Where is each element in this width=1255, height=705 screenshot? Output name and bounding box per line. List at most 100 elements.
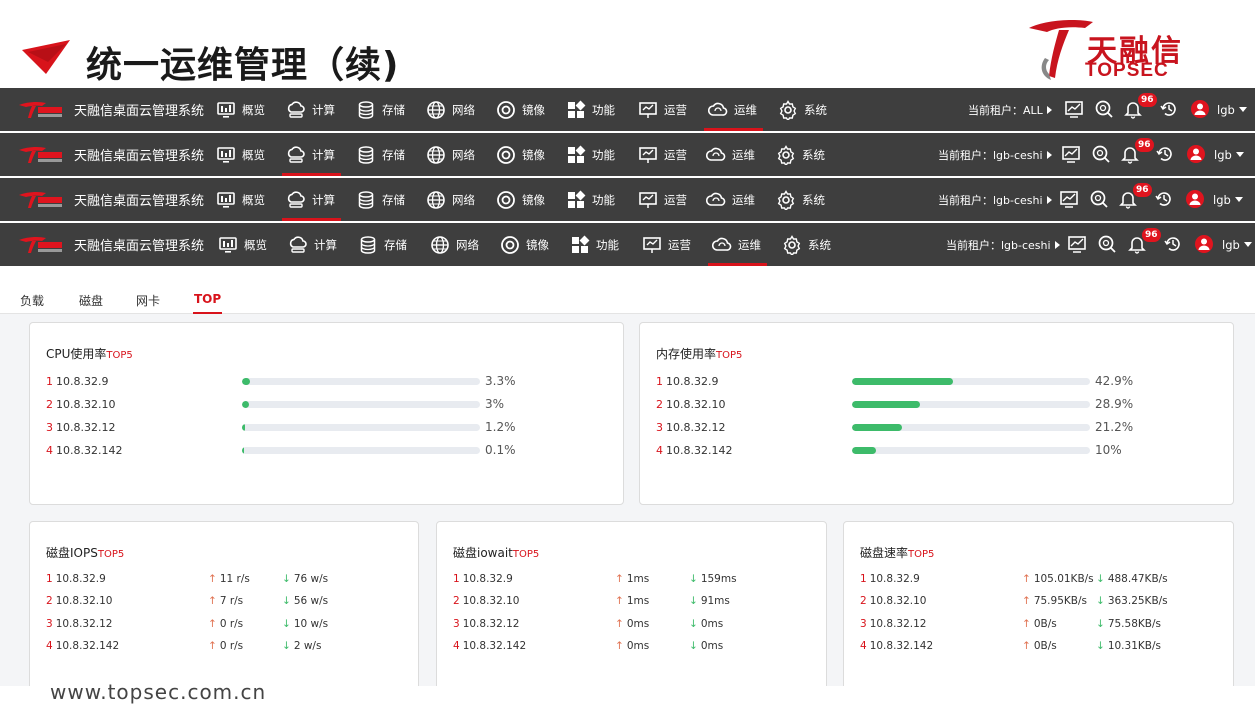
nav-item[interactable]: 网络 (426, 133, 475, 176)
nav-item[interactable]: 功能 (566, 133, 615, 176)
nav-item-label: 运营 (664, 102, 687, 117)
top-navbar: 天融信桌面云管理系统 概览 计算 存储 网络 镜像 功能 运营 运维 系统 当前租户：lgb-ces… (0, 223, 1255, 266)
tenant-label: 当前租户：lgb-ceshi (938, 148, 1043, 162)
nav-item[interactable]: 存储 (356, 88, 405, 131)
search-icon[interactable] (1094, 99, 1114, 119)
usage-bar-fill (852, 401, 920, 408)
nav-item-label: 运维 (734, 102, 757, 117)
nav-item[interactable]: 系统 (778, 88, 827, 131)
tenant-label: 当前租户：lgb-ceshi (946, 238, 1051, 252)
tab-top[interactable]: TOP (192, 292, 223, 314)
tenant-label: 当前租户：lgb-ceshi (938, 193, 1043, 207)
nav-item[interactable]: 计算 (286, 88, 335, 131)
nav-item[interactable]: 存储 (356, 133, 405, 176)
usage-bar (242, 424, 480, 431)
host-ip: 10.8.32.142 (55, 640, 120, 652)
history-icon[interactable] (1155, 144, 1175, 164)
grid-icon (568, 145, 586, 163)
brand-name: 天融信桌面云管理系统 (74, 239, 205, 254)
nav-item[interactable]: 镜像 (496, 88, 545, 131)
usage-bar-fill (242, 401, 249, 408)
search-icon[interactable] (1091, 144, 1111, 164)
tenant-selector[interactable]: 当前租户：lgb-ceshi (938, 133, 1052, 176)
notification-badge: 96 (1142, 228, 1161, 242)
brand[interactable]: 天融信桌面云管理系统 (18, 133, 204, 176)
chart-icon[interactable] (1064, 99, 1084, 119)
nav-item[interactable]: 运维 (704, 88, 763, 131)
nav-item[interactable]: 功能 (566, 88, 615, 131)
history-icon[interactable] (1163, 234, 1183, 254)
nav-item[interactable]: 存储 (358, 223, 407, 266)
nav-item[interactable]: 系统 (776, 178, 825, 221)
avatar[interactable] (1195, 235, 1213, 253)
nav-item[interactable]: 运维 (706, 133, 755, 176)
tenant-selector[interactable]: 当前租户：ALL (968, 88, 1052, 131)
tenant-selector[interactable]: 当前租户：lgb-ceshi (946, 223, 1060, 266)
history-icon[interactable] (1154, 189, 1174, 209)
nav-item[interactable]: 网络 (426, 178, 475, 221)
search-icon[interactable] (1089, 189, 1109, 209)
user-menu[interactable]: lgb (1213, 178, 1243, 221)
read-text: 11 r/s (219, 573, 250, 585)
history-icon[interactable] (1159, 99, 1179, 119)
nav-item[interactable]: 镜像 (496, 133, 545, 176)
chart-icon[interactable] (1059, 189, 1079, 209)
database-icon (360, 235, 376, 254)
nav-item[interactable]: 概览 (218, 223, 267, 266)
arrow-up-icon: ↑ (208, 640, 217, 652)
nav-item[interactable]: 运营 (638, 133, 687, 176)
monitor-icon (217, 146, 235, 163)
avatar[interactable] (1191, 100, 1209, 118)
nav-item[interactable]: 运营 (638, 178, 687, 221)
brand[interactable]: 天融信桌面云管理系统 (18, 223, 204, 266)
tab-disk[interactable]: 磁盘 (79, 292, 103, 309)
nav-item[interactable]: 存储 (356, 178, 405, 221)
nav-item[interactable]: 功能 (570, 223, 619, 266)
brand[interactable]: 天融信桌面云管理系统 (18, 88, 204, 131)
nav-item-label: 运营 (664, 192, 687, 207)
nav-item[interactable]: 运维 (706, 178, 755, 221)
nav-item[interactable]: 功能 (566, 178, 615, 221)
globe-icon (427, 100, 445, 119)
list-item: 3 10.8.32.12 (46, 618, 112, 634)
rank: 1 (46, 375, 53, 388)
arrow-up-icon: ↑ (1022, 573, 1031, 585)
nav-item[interactable]: 系统 (776, 133, 825, 176)
tab-nic[interactable]: 网卡 (136, 292, 160, 309)
nav-item[interactable]: 运维 (708, 223, 767, 266)
host-ip: 10.8.32.9 (462, 573, 513, 585)
nav-item[interactable]: 镜像 (500, 223, 549, 266)
nav-item[interactable]: 运营 (638, 88, 687, 131)
arrow-down-icon: ↓ (689, 573, 698, 585)
rank: 1 (656, 375, 663, 388)
brand-logo-icon (19, 191, 62, 208)
nav-item[interactable]: 计算 (282, 178, 341, 221)
chart-icon[interactable] (1067, 234, 1087, 254)
avatar[interactable] (1186, 190, 1204, 208)
grid-icon (568, 190, 586, 208)
tenant-selector[interactable]: 当前租户：lgb-ceshi (938, 178, 1052, 221)
brand[interactable]: 天融信桌面云管理系统 (18, 178, 204, 221)
nav-item[interactable]: 概览 (216, 133, 265, 176)
chart-icon[interactable] (1061, 144, 1081, 164)
nav-item[interactable]: 运营 (642, 223, 691, 266)
user-menu[interactable]: lgb (1214, 133, 1244, 176)
nav-item[interactable]: 系统 (782, 223, 831, 266)
user-icon (1198, 238, 1210, 250)
search-icon[interactable] (1097, 234, 1117, 254)
tab-load[interactable]: 负载 (20, 292, 44, 309)
user-menu[interactable]: lgb (1222, 223, 1252, 266)
nav-item[interactable]: 概览 (216, 178, 265, 221)
nav-item[interactable]: 计算 (282, 133, 341, 176)
nav-item[interactable]: 网络 (430, 223, 479, 266)
nav-item[interactable]: 计算 (288, 223, 337, 266)
user-menu[interactable]: lgb (1217, 88, 1247, 131)
list-item: 2 10.8.32.10 (46, 398, 115, 414)
nav-item[interactable]: 网络 (426, 88, 475, 131)
read-value: ↑ 0B/s (1022, 618, 1057, 630)
avatar[interactable] (1187, 145, 1205, 163)
nav-item[interactable]: 镜像 (496, 178, 545, 221)
rank: 4 (860, 640, 867, 652)
write-value: ↓ 488.47KB/s (1096, 573, 1168, 585)
nav-item[interactable]: 概览 (216, 88, 265, 131)
